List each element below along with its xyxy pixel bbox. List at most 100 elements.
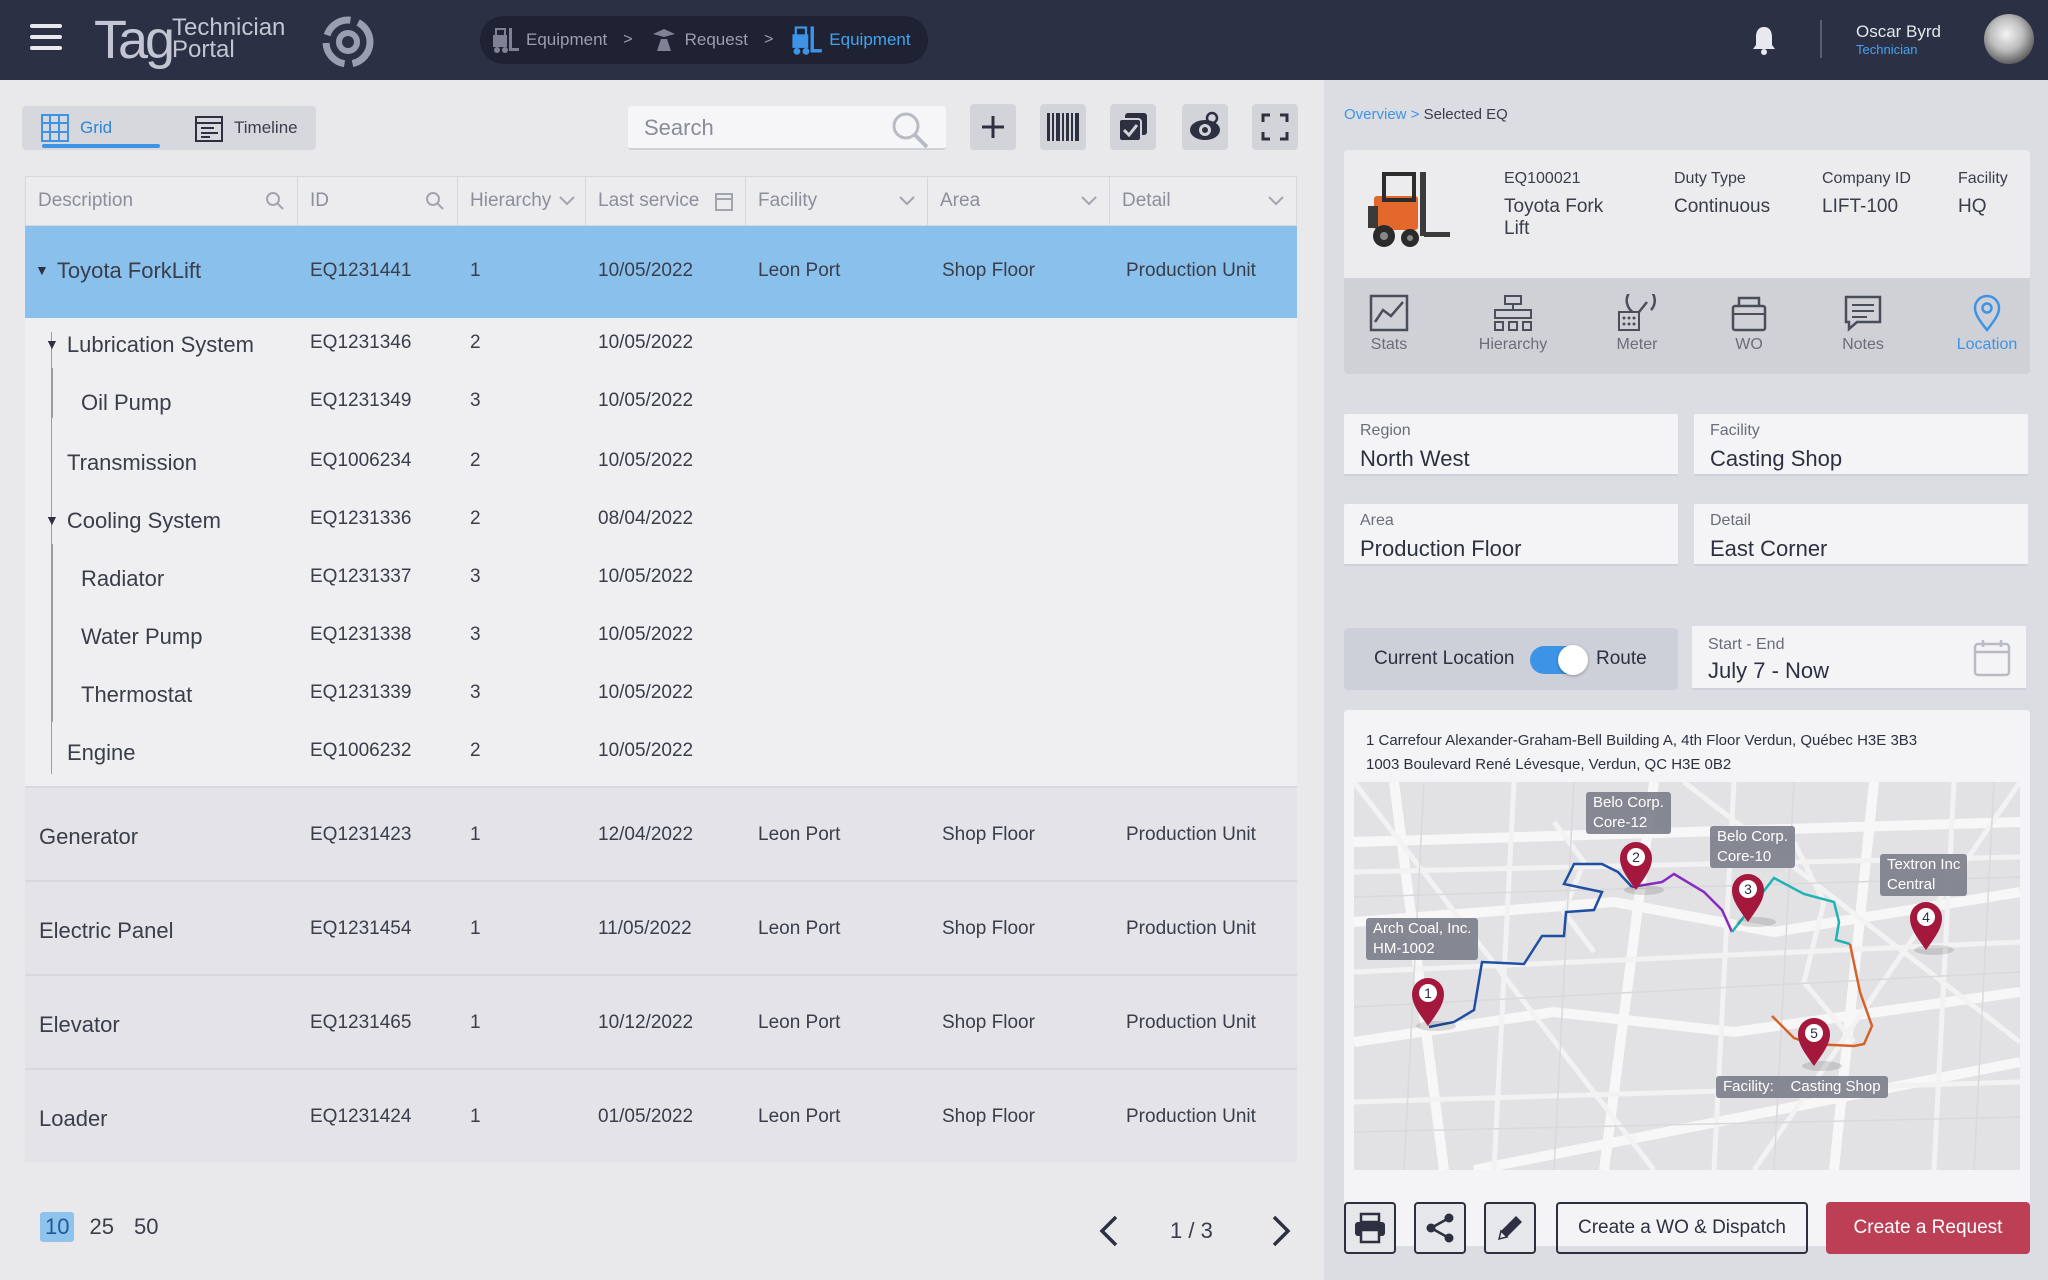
search-icon[interactable] — [265, 191, 285, 211]
breadcrumb-equipment-current[interactable]: Equipment — [789, 23, 911, 57]
breadcrumb-equipment[interactable]: Equipment — [490, 25, 607, 55]
row-area: Shop Floor — [942, 824, 1035, 845]
row-hierarchy: 3 — [470, 624, 481, 645]
company-id-block: Company ID LIFT-100 — [1822, 170, 1911, 218]
table-row[interactable]: ▼ Cooling System EQ1231336 2 08/04/2022 — [25, 494, 1297, 552]
column-facility[interactable]: Facility — [746, 177, 928, 225]
table-row[interactable]: Oil Pump EQ1231349 3 10/05/2022 — [25, 376, 1297, 434]
search-input[interactable] — [644, 114, 884, 142]
table-row[interactable]: Thermostat EQ1231339 3 10/05/2022 — [25, 668, 1297, 726]
column-last-service[interactable]: Last service — [586, 177, 746, 225]
row-last-service: 10/05/2022 — [598, 682, 694, 703]
create-request-button[interactable]: Create a Request — [1826, 1202, 2030, 1254]
action-bar: Create a WO & Dispatch Create a Request — [1344, 1202, 2044, 1254]
share-button[interactable] — [1414, 1202, 1466, 1254]
calendar-icon[interactable] — [715, 191, 733, 211]
row-last-service: 10/05/2022 — [598, 390, 694, 411]
table-row[interactable]: Engine EQ1006232 2 10/05/2022 — [25, 726, 1297, 784]
chevron-down-icon[interactable] — [1081, 191, 1097, 211]
map-pin-2[interactable] — [1620, 842, 1664, 895]
breadcrumb: Equipment > Request > Equipment — [480, 16, 928, 64]
detail-breadcrumb: Overview > Selected EQ — [1344, 106, 1508, 123]
chevron-down-icon[interactable] — [1268, 191, 1284, 211]
search-icon[interactable] — [890, 110, 930, 150]
location-route-toggle: Current Location Route — [1344, 628, 1678, 690]
column-description[interactable]: Description — [26, 177, 298, 225]
search-icon[interactable] — [425, 191, 445, 211]
route-switch[interactable] — [1530, 645, 1588, 675]
page-size-25[interactable]: 25 — [84, 1212, 118, 1242]
map-pin-1[interactable] — [1412, 978, 1456, 1031]
tab-timeline[interactable]: Timeline — [194, 106, 298, 150]
pin-4-label: Textron Inc Central — [1880, 854, 1968, 896]
grid-icon — [41, 114, 69, 142]
row-hierarchy: 1 — [470, 260, 481, 281]
row-facility: Leon Port — [758, 918, 841, 939]
chevron-left-icon[interactable] — [1094, 1214, 1122, 1248]
tab-notes[interactable]: Notes — [1818, 294, 1908, 354]
breadcrumb-overview-link[interactable]: Overview — [1344, 106, 1407, 123]
logo-text: Tag — [94, 10, 175, 70]
chevron-down-icon[interactable] — [559, 191, 575, 211]
column-hierarchy[interactable]: Hierarchy — [458, 177, 586, 225]
row-description: Oil Pump — [81, 390, 172, 415]
row-id: EQ1231424 — [310, 1106, 412, 1127]
column-id[interactable]: ID — [298, 177, 458, 225]
calendar-icon[interactable] — [1972, 638, 2012, 678]
column-area[interactable]: Area — [928, 177, 1110, 225]
tab-hierarchy[interactable]: Hierarchy — [1468, 294, 1558, 354]
row-facility: Leon Port — [758, 260, 841, 281]
chevron-right-icon[interactable] — [1268, 1214, 1296, 1248]
avatar[interactable] — [1984, 14, 2034, 64]
tab-stats[interactable]: Stats — [1344, 294, 1434, 354]
chevron-down-icon[interactable] — [899, 191, 915, 211]
pin-4-number: 4 — [1922, 909, 1930, 925]
checklist-button[interactable] — [1110, 104, 1156, 150]
row-area: Shop Floor — [942, 1012, 1035, 1033]
table-row[interactable]: Transmission EQ1006234 2 10/05/2022 — [25, 436, 1297, 494]
table-row[interactable]: Radiator EQ1231337 3 10/05/2022 — [25, 552, 1297, 610]
expand-icon[interactable]: ▼ — [35, 262, 49, 278]
detail-value: East Corner — [1710, 536, 1828, 561]
checklist-icon — [1118, 113, 1147, 142]
pin-1-number: 1 — [1424, 985, 1432, 1001]
table-row[interactable]: Loader EQ1231424 1 01/05/2022 Leon Port … — [25, 1068, 1297, 1162]
table-row[interactable]: Generator EQ1231423 1 12/04/2022 Leon Po… — [25, 786, 1297, 880]
print-button[interactable] — [1344, 1202, 1396, 1254]
table-row-selected[interactable]: ▼ Toyota ForkLift EQ1231441 1 10/05/2022 … — [25, 226, 1297, 318]
row-description: Elevator — [39, 1012, 120, 1037]
page-size-50[interactable]: 50 — [129, 1212, 163, 1242]
create-wo-dispatch-button[interactable]: Create a WO & Dispatch — [1556, 1202, 1808, 1254]
notes-icon — [1844, 295, 1882, 332]
row-area: Shop Floor — [942, 1106, 1035, 1127]
expand-icon[interactable]: ▼ — [45, 512, 59, 528]
table-row[interactable]: Elevator EQ1231465 1 10/12/2022 Leon Por… — [25, 974, 1297, 1068]
plus-icon — [982, 116, 1004, 138]
barcode-button[interactable] — [1040, 104, 1086, 150]
edit-button[interactable] — [1484, 1202, 1536, 1254]
add-button[interactable] — [970, 104, 1016, 150]
row-detail: Production Unit — [1126, 1106, 1256, 1127]
row-detail: Production Unit — [1126, 260, 1256, 281]
row-last-service: 10/05/2022 — [598, 450, 694, 471]
table-row[interactable]: Electric Panel EQ1231454 1 11/05/2022 Le… — [25, 880, 1297, 974]
route-map[interactable]: 1 2 3 4 5 Arch Coal, Inc. HM-1002 Belo Co… — [1354, 782, 2020, 1170]
row-hierarchy: 1 — [470, 1012, 481, 1033]
table-row[interactable]: Water Pump EQ1231338 3 10/05/2022 — [25, 610, 1297, 668]
expand-icon[interactable]: ▼ — [45, 336, 59, 352]
fullscreen-button[interactable] — [1252, 104, 1298, 150]
notification-bell-icon[interactable] — [1750, 24, 1778, 56]
tab-wo[interactable]: WO — [1704, 294, 1794, 354]
column-detail[interactable]: Detail — [1110, 177, 1296, 225]
tab-location[interactable]: Location — [1942, 294, 2032, 354]
page-size-10[interactable]: 10 — [40, 1212, 75, 1242]
address-line-2: 1003 Boulevard René Lévesque, Verdun, QC… — [1366, 756, 1732, 773]
breadcrumb-request[interactable]: Request — [649, 25, 748, 55]
row-id: EQ1006234 — [310, 450, 412, 471]
table-row[interactable]: ▼ Lubrication System EQ1231346 2 10/05/20… — [25, 318, 1297, 376]
duty-type-value: Continuous — [1674, 196, 1771, 217]
date-range-field[interactable]: Start - End July 7 - Now — [1692, 626, 2026, 690]
camera-button[interactable] — [1182, 104, 1228, 150]
tab-meter[interactable]: Meter — [1592, 294, 1682, 354]
menu-icon[interactable] — [30, 24, 62, 54]
